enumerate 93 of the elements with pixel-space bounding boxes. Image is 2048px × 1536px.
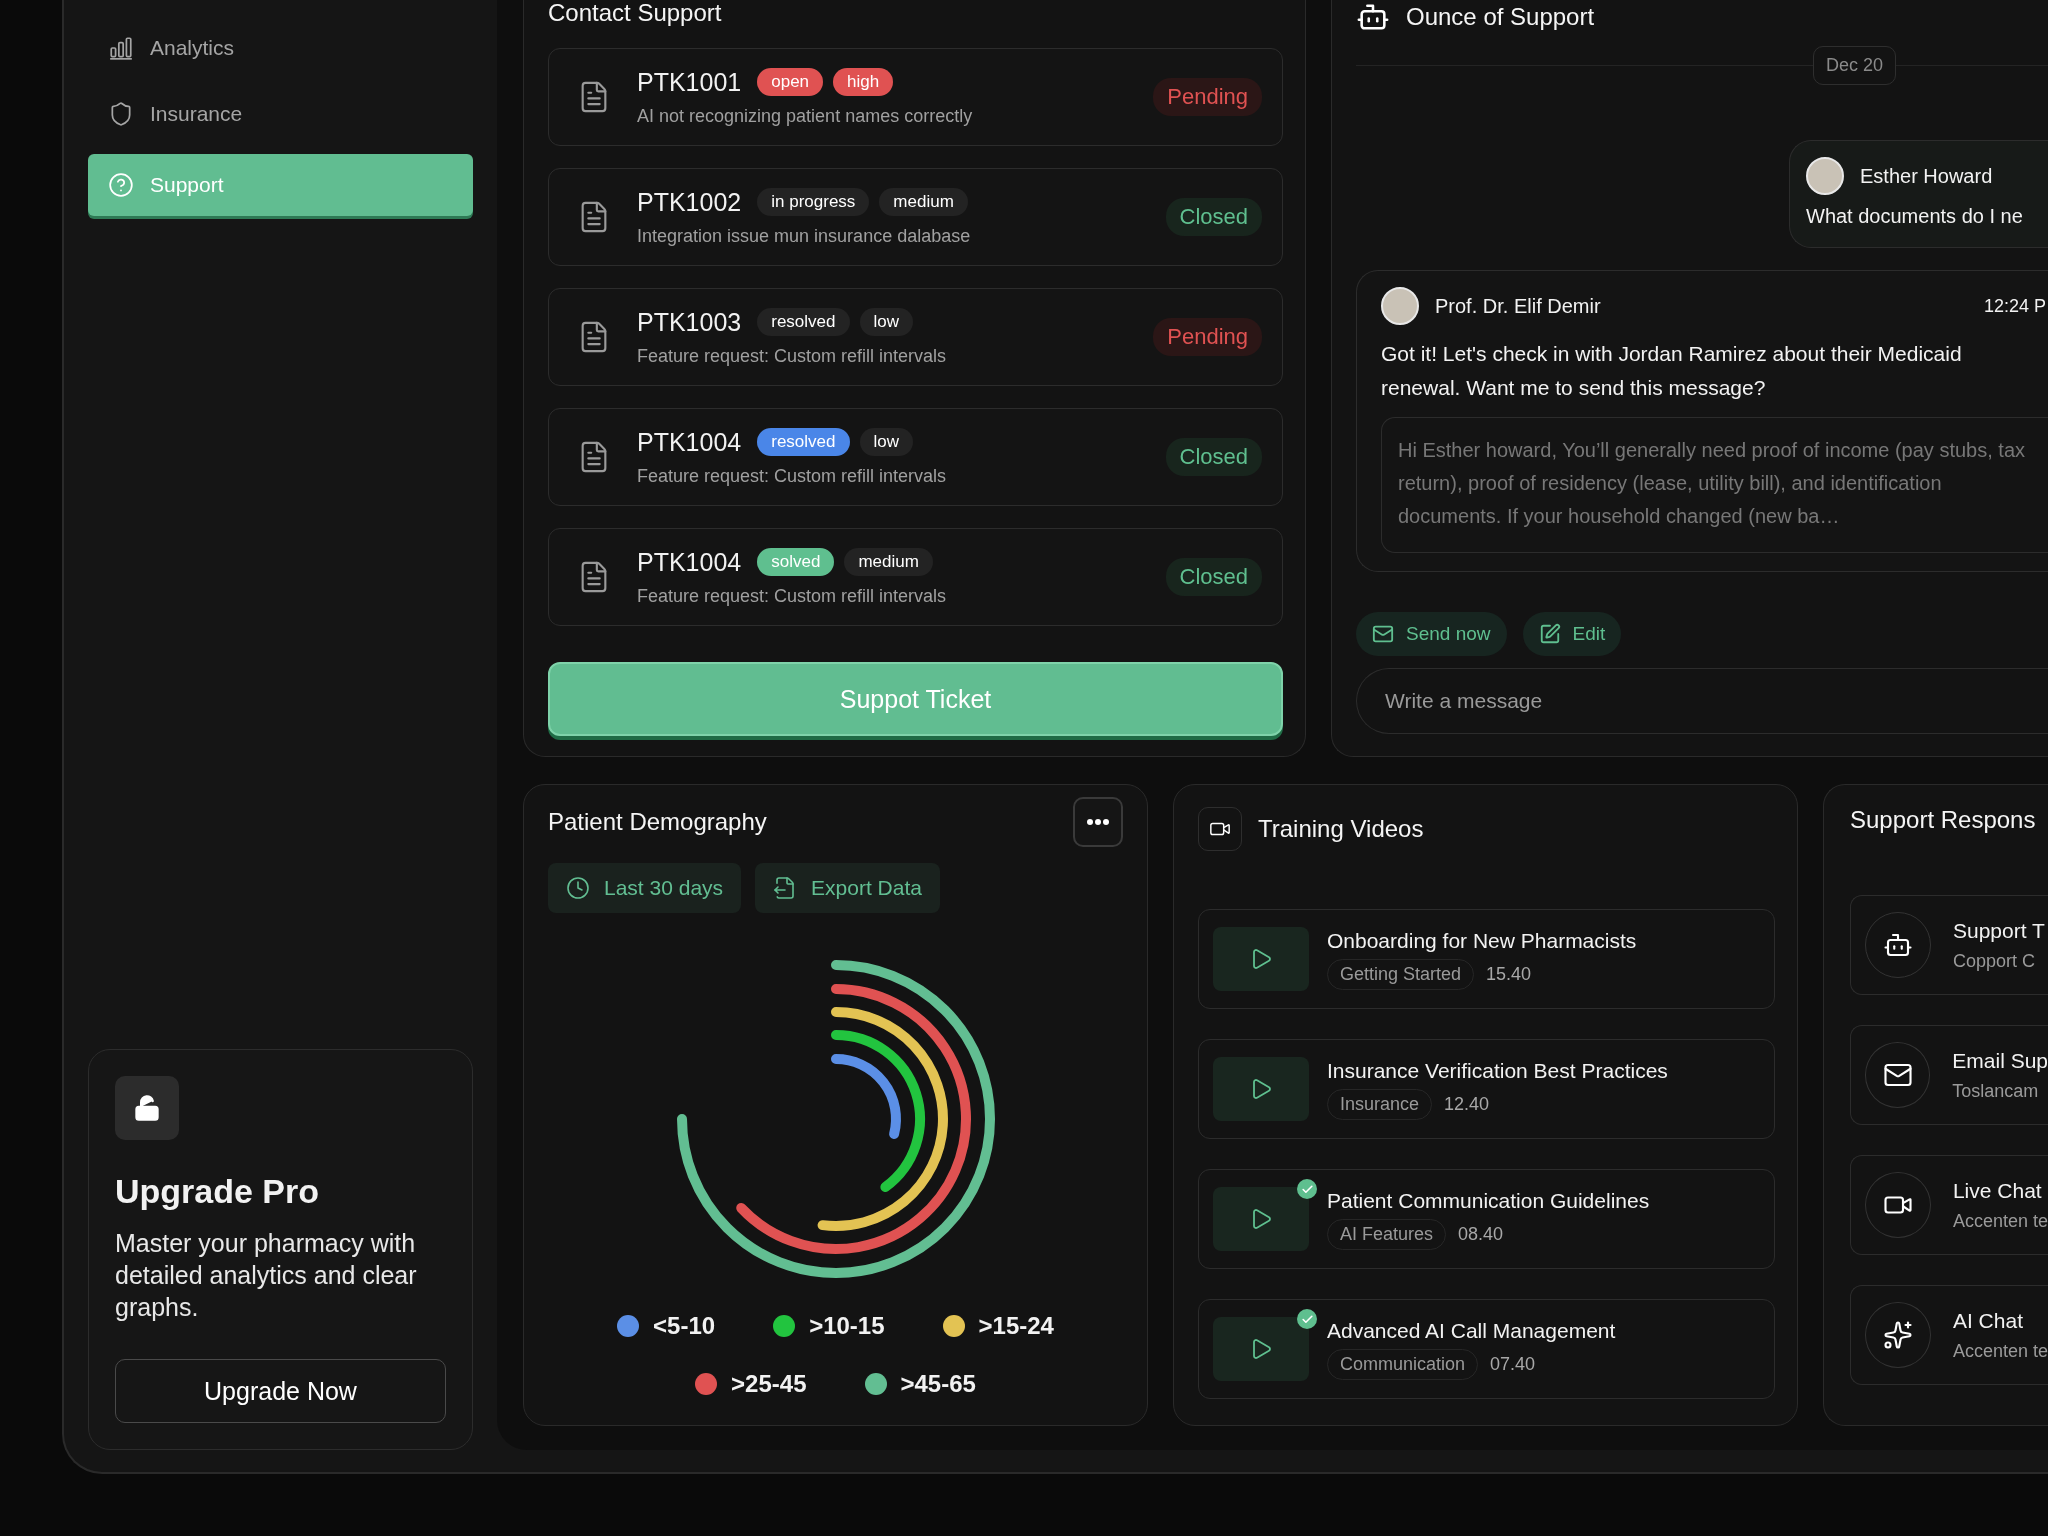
response-subtitle: Toslancam: [1952, 1080, 2040, 1102]
ticket-card[interactable]: PTK1001 open high AI not recognizing patient names correctly Pending: [548, 48, 1283, 146]
video-title: Advanced AI Call Management: [1327, 1318, 1616, 1343]
legend-label: >25-45: [731, 1370, 807, 1398]
video-item[interactable]: Advanced AI Call Management Communication 07.40: [1198, 1299, 1775, 1399]
avatar: [1806, 157, 1844, 195]
ticket-id: PTK1001: [637, 67, 742, 97]
ticket-description: Integration issue mun insurance dalabase: [637, 225, 972, 247]
video-item[interactable]: Insurance Verification Best Practices Insurance 12.40: [1198, 1039, 1775, 1139]
panel-title: Support Respons: [1850, 807, 2037, 833]
response-subtitle: Copport C: [1953, 950, 2037, 972]
ticket-card[interactable]: PTK1004 solved medium Feature request: Custom refill intervals Closed: [548, 528, 1283, 626]
ticket-description: Feature request: Custom refill intervals: [637, 345, 948, 367]
ticket-id: PTK1003: [637, 307, 742, 337]
message-text: Got it! Let's check in with Jordan Ramirez about their Medicaid renewal. Want me to send this message?: [1381, 341, 1963, 401]
video-title: Insurance Verification Best Practices: [1327, 1058, 1668, 1083]
video-duration: 08.40: [1458, 1223, 1504, 1245]
date-divider: Dec 20: [1813, 46, 1897, 85]
ticket-description: Feature request: Custom refill intervals: [637, 585, 948, 607]
ticket-id: PTK1004: [637, 547, 742, 577]
panel-title: Patient Demography: [548, 809, 767, 835]
status-badge: Closed: [1165, 198, 1262, 236]
lock-icon: [133, 1094, 161, 1122]
response-title: Live Chat: [1952, 1178, 2043, 1203]
video-duration: 07.40: [1490, 1353, 1536, 1375]
ticket-tag: low: [859, 308, 914, 336]
upgrade-button[interactable]: Upgrade Now: [115, 1359, 446, 1423]
response-item[interactable]: Support T Copport C: [1850, 895, 2048, 995]
response-item[interactable]: Email Sup Toslancam: [1850, 1025, 2048, 1125]
legend-label: >10-15: [809, 1312, 885, 1340]
status-badge: Closed: [1165, 438, 1262, 476]
response-title: Email Sup: [1952, 1048, 2048, 1073]
avatar: [1381, 287, 1419, 325]
video-item[interactable]: Onboarding for New Pharmacists Getting Started 15.40: [1198, 909, 1775, 1009]
message-time: 12:24 P: [1983, 295, 2046, 317]
status-badge: Closed: [1165, 558, 1262, 596]
help-icon: [108, 172, 134, 198]
ticket-id: PTK1004: [637, 427, 742, 457]
ticket-tag: open: [757, 68, 824, 96]
status-badge: Pending: [1153, 318, 1262, 356]
panel-title: Training Videos: [1258, 816, 1424, 842]
ticket-tag: medium: [844, 548, 933, 576]
response-subtitle: Accenten te: [1952, 1210, 2048, 1232]
status-badge: Pending: [1153, 78, 1262, 116]
more-icon: [1086, 818, 1110, 826]
panel-title: Contact Support: [548, 0, 723, 26]
export-button[interactable]: Export Data: [755, 863, 940, 913]
ticket-tag: medium: [879, 188, 968, 216]
video-title: Onboarding for New Pharmacists: [1327, 928, 1637, 953]
draft-text: Hi Esther howard, You’ll generally need proof of income (pay stubs, tax return), proof of residency (lease, utility bill), and identification documents. If your household changed (new ba…: [1398, 438, 2027, 529]
response-title: AI Chat: [1952, 1308, 2024, 1333]
response-subtitle: Accenten te: [1952, 1340, 2048, 1362]
panel-title: Ounce of Support: [1406, 4, 1595, 30]
ticket-tag: solved: [757, 548, 835, 576]
video-duration: 12.40: [1444, 1093, 1490, 1115]
ticket-tag: resolved: [757, 428, 850, 456]
sidebar-item[interactable]: Analytics: [88, 22, 473, 74]
ticket-card[interactable]: PTK1003 resolved low Feature request: Custom refill intervals Pending: [548, 288, 1283, 386]
video-duration: 15.40: [1486, 963, 1532, 985]
video-item[interactable]: Patient Communication Guidelines AI Features 08.40: [1198, 1169, 1775, 1269]
response-item[interactable]: AI Chat Accenten te: [1850, 1285, 2048, 1385]
upgrade-title: Upgrade Pro: [115, 1172, 321, 1211]
mail-icon: [1372, 623, 1394, 645]
edit-icon: [1538, 623, 1561, 645]
ticket-tag: low: [859, 428, 914, 456]
legend-label: >15-24: [978, 1312, 1054, 1340]
upgrade-text: Master your pharmacy with detailed analytics and clear graphs.: [115, 1228, 418, 1323]
response-item[interactable]: Live Chat Accenten te: [1850, 1155, 2048, 1255]
sender-name: Prof. Dr. Elif Demir: [1435, 294, 1601, 318]
analytics-icon: [108, 35, 134, 61]
ticket-description: Feature request: Custom refill intervals: [637, 465, 948, 487]
ticket-card[interactable]: PTK1004 resolved low Feature request: Custom refill intervals Closed: [548, 408, 1283, 506]
send-button[interactable]: Send now: [1356, 612, 1507, 656]
video-title: Patient Communication Guidelines: [1327, 1188, 1650, 1213]
edit-button[interactable]: Edit: [1522, 612, 1622, 656]
legend-label: <5-10: [653, 1312, 716, 1340]
clock-icon: [566, 876, 590, 900]
ticket-id: PTK1002: [637, 187, 742, 217]
sender-name: Esther Howard: [1860, 164, 1993, 188]
ticket-tag: resolved: [757, 308, 850, 336]
shield-icon: [108, 101, 134, 127]
message-input[interactable]: Write a message: [1356, 668, 2048, 734]
sparkle-icon: [1882, 1320, 1913, 1350]
legend-label: >45-65: [900, 1370, 976, 1398]
sidebar-item[interactable]: Insurance: [88, 88, 473, 140]
more-button[interactable]: [1073, 797, 1123, 847]
response-title: Support T: [1953, 918, 2045, 943]
ticket-tag: in progress: [757, 188, 870, 216]
ticket-card[interactable]: PTK1002 in progress medium Integration issue mun insurance dalabase Closed: [548, 168, 1283, 266]
date-range-button[interactable]: Last 30 days: [548, 863, 742, 913]
message-text: What documents do I ne: [1806, 205, 2024, 228]
ticket-tag: high: [833, 68, 894, 96]
ticket-description: AI not recognizing patient names correctly: [637, 105, 974, 127]
